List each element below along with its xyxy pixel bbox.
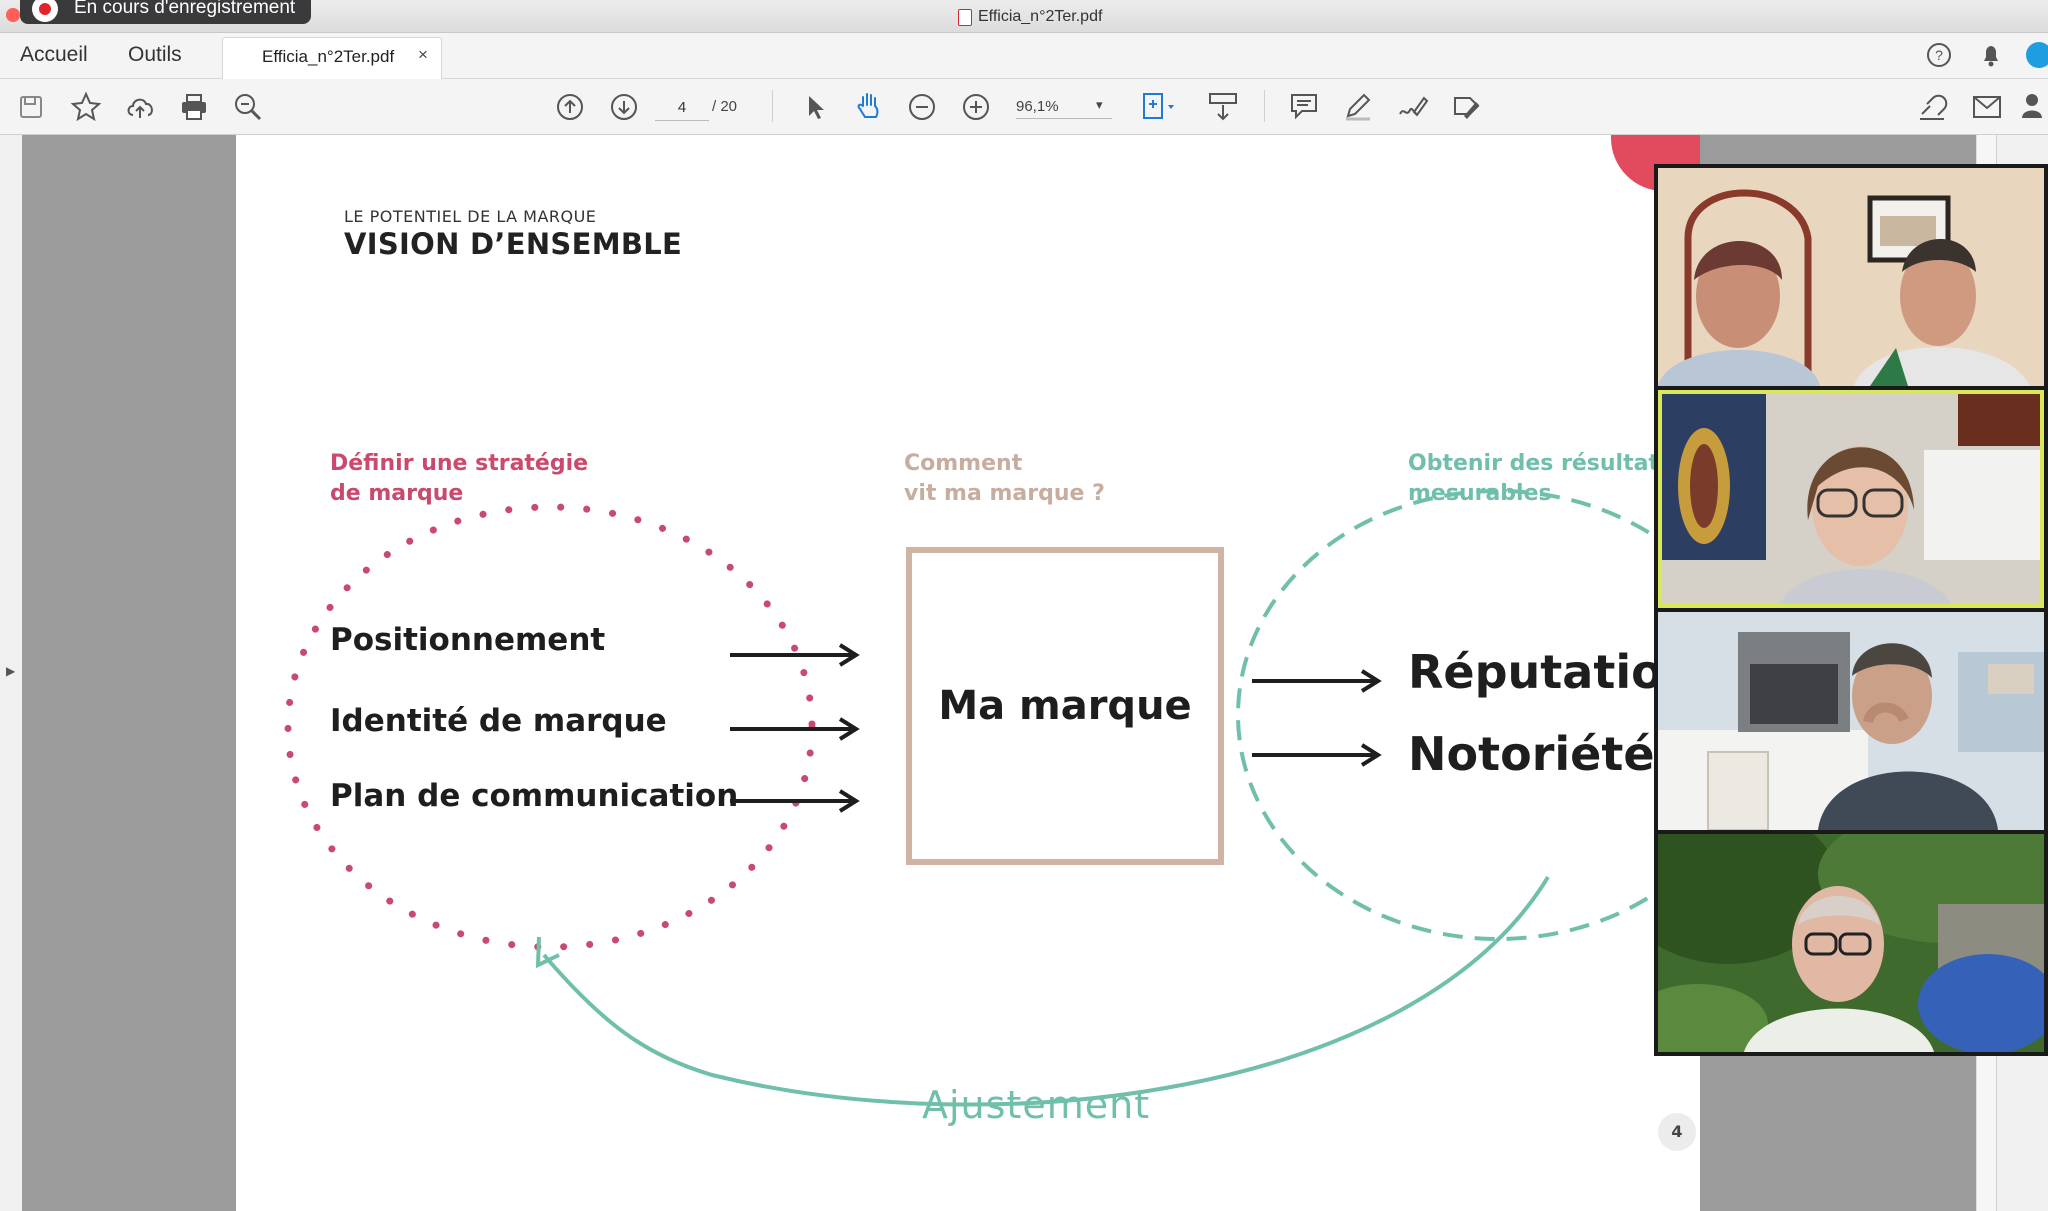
brand-label: Ma marque <box>938 683 1192 729</box>
strategy-item: Identité de marque <box>330 703 667 739</box>
participant-tile[interactable] <box>1658 834 2044 1052</box>
window-close-dot[interactable] <box>6 8 20 22</box>
print-icon[interactable] <box>178 91 210 123</box>
participant-tile-active-speaker[interactable] <box>1658 390 2044 608</box>
page-up-icon[interactable] <box>554 91 586 123</box>
fit-page-icon[interactable] <box>1140 90 1180 124</box>
tab-home[interactable]: Accueil <box>20 43 88 67</box>
sign-icon[interactable] <box>1396 90 1430 124</box>
hand-icon[interactable] <box>852 89 886 123</box>
participant-tile[interactable] <box>1658 612 2044 830</box>
page-number-input[interactable] <box>655 94 709 121</box>
svg-text:?: ? <box>1935 47 1943 63</box>
document-background <box>22 135 236 1211</box>
adjustment-curve <box>542 875 1550 1107</box>
star-icon[interactable] <box>70 91 102 123</box>
pdf-page: LE POTENTIEL DE LA MARQUE VISION D’ENSEM… <box>236 135 1700 1211</box>
zoom-search-icon[interactable] <box>232 91 264 123</box>
recording-badge: En cours d'enregistrement <box>20 0 312 24</box>
participant-video <box>1658 390 2044 608</box>
zoom-dropdown-icon[interactable]: ▾ <box>1096 97 1103 113</box>
pointer-icon[interactable] <box>800 91 830 123</box>
comment-icon[interactable] <box>1288 90 1320 124</box>
recording-dot-icon <box>39 3 51 15</box>
page-down-icon[interactable] <box>608 91 640 123</box>
page-total: / 20 <box>712 98 738 115</box>
result-item: Notoriété <box>1408 727 1655 781</box>
output-arrows <box>1252 669 1382 767</box>
account-avatar[interactable] <box>2026 42 2048 68</box>
zoom-out-icon[interactable] <box>906 91 938 123</box>
toolbar-divider <box>772 90 773 122</box>
scroll-mode-icon[interactable] <box>1206 90 1240 124</box>
save-icon[interactable] <box>16 92 46 122</box>
fill-sign-icon[interactable] <box>1450 90 1484 124</box>
result-item: Réputation <box>1408 645 1696 699</box>
zoom-in-icon[interactable] <box>960 91 992 123</box>
pdf-file-icon <box>958 9 972 26</box>
share-user-icon[interactable] <box>2020 90 2048 124</box>
strategy-item: Plan de communication <box>330 778 739 814</box>
mail-icon[interactable] <box>1970 92 2004 122</box>
help-icon[interactable]: ? <box>1924 40 1954 70</box>
tab-document-label[interactable]: Efficia_n°2Ter.pdf <box>262 47 394 67</box>
input-arrows <box>730 643 860 813</box>
adjustment-label: Ajustement <box>922 1083 1151 1127</box>
share-link-icon[interactable] <box>1916 90 1952 124</box>
pen-icon[interactable] <box>1342 90 1374 124</box>
participant-video <box>1658 834 2044 1052</box>
results-dashed-ellipse <box>1236 489 1700 941</box>
bell-icon[interactable] <box>1976 40 2006 70</box>
participant-video <box>1658 612 2044 830</box>
toolbar-divider <box>1264 90 1265 122</box>
expand-left-panel-icon[interactable]: ▶ <box>6 664 15 678</box>
recording-label: En cours d'enregistrement <box>74 0 296 18</box>
cloud-upload-icon[interactable] <box>124 91 158 123</box>
adjustment-arrowhead <box>535 936 560 969</box>
participant-video <box>1658 168 2044 386</box>
tab-close-icon[interactable]: × <box>418 45 428 65</box>
slide-page-number: 4 <box>1658 1113 1696 1151</box>
strategy-item: Positionnement <box>330 622 606 658</box>
window-title: Efficia_n°2Ter.pdf <box>978 8 1103 25</box>
participant-tile[interactable] <box>1658 168 2044 386</box>
tab-tools[interactable]: Outils <box>128 43 182 67</box>
